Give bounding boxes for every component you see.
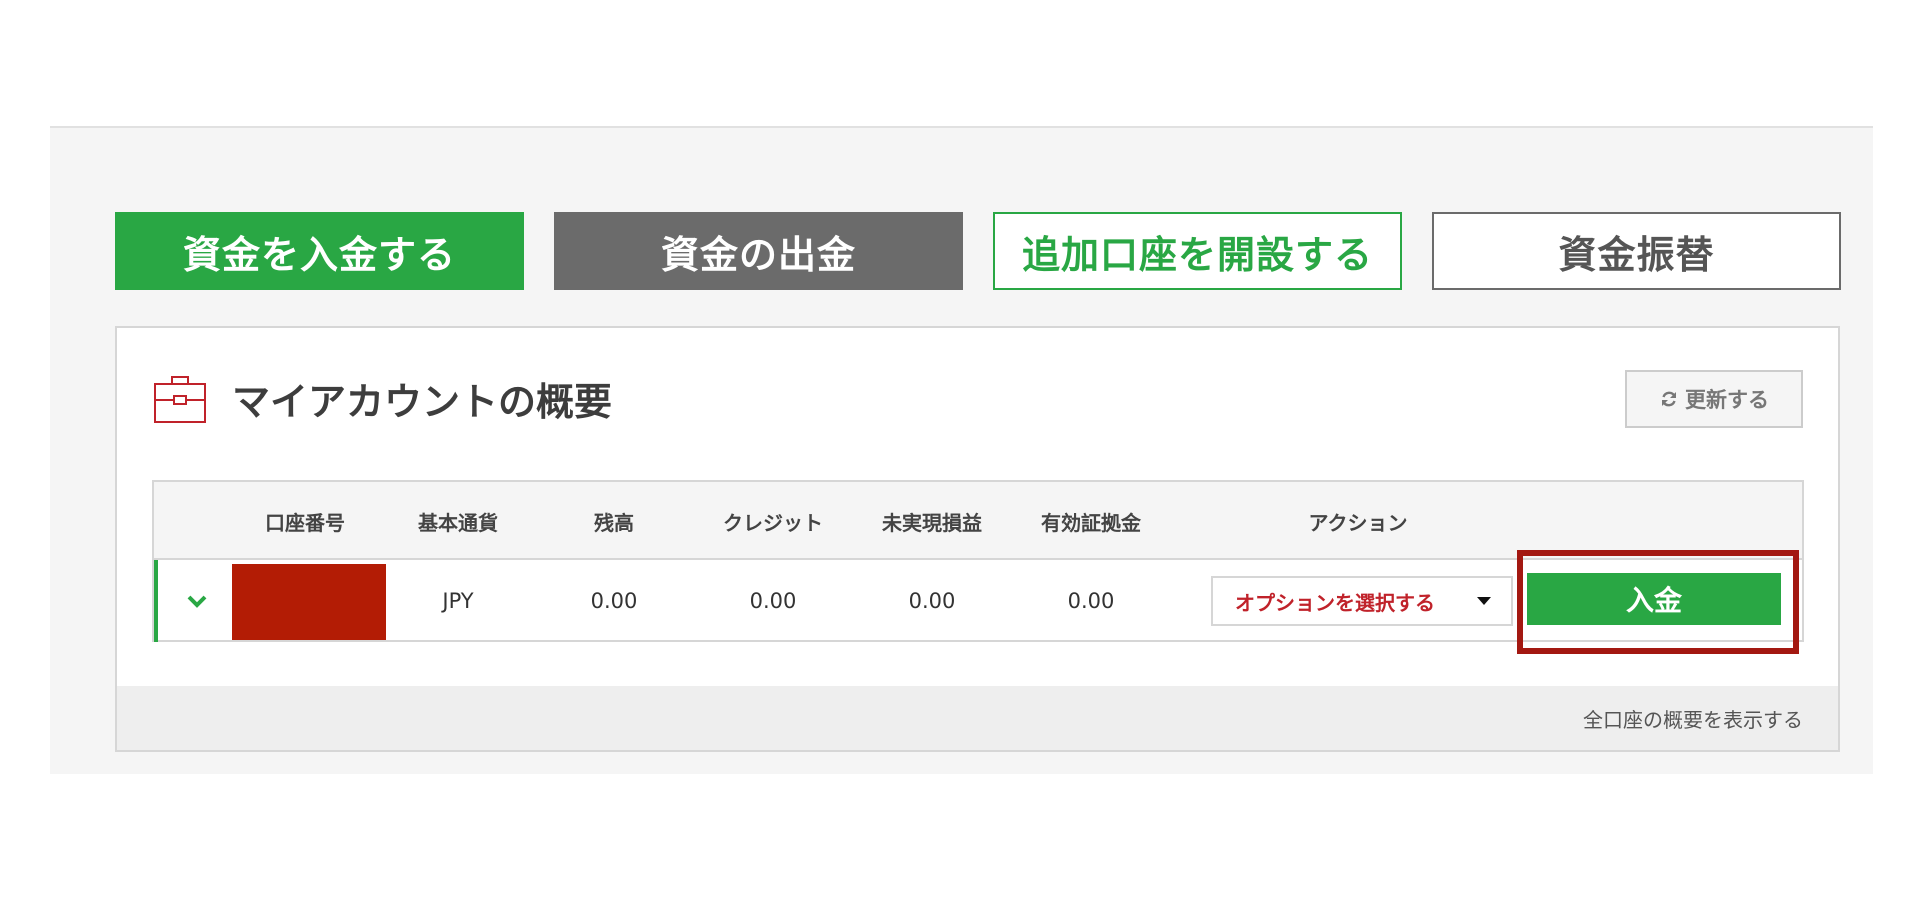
cell-balance: 0.00 (590, 589, 638, 613)
header-equity: 有効証拠金 (1041, 510, 1141, 535)
table-row: JPY 0.00 0.00 0.00 0.00 オプションを選択する 入金 (154, 550, 1802, 654)
panel-title: マイアカウントの概要 (232, 379, 613, 424)
cell-currency: JPY (442, 589, 474, 613)
refresh-button[interactable]: 更新する (1625, 370, 1803, 428)
header-unrealized-pl: 未実現損益 (882, 510, 982, 535)
transfer-funds-button[interactable]: 資金振替 (1432, 212, 1841, 290)
action-select-value: オプションを選択する (1235, 590, 1435, 615)
table-header: 口座番号 基本通貨 残高 クレジット 未実現損益 有効証拠金 アクション (154, 482, 1802, 560)
header-account-number: 口座番号 (265, 510, 345, 535)
briefcase-icon (154, 376, 206, 423)
expand-row-button[interactable] (182, 586, 212, 616)
header-action: アクション (1308, 510, 1408, 535)
header-balance: 残高 (594, 510, 634, 535)
action-button-row: 資金を入金する 資金の出金 追加口座を開設する 資金振替 (115, 212, 1841, 290)
cell-equity: 0.00 (1067, 589, 1115, 613)
header-credit: クレジット (723, 510, 823, 535)
refresh-icon (1662, 391, 1676, 407)
chevron-down-icon (187, 595, 207, 608)
accounts-table: 口座番号 基本通貨 残高 クレジット 未実現損益 有効証拠金 アクション JPY… (152, 480, 1804, 654)
account-number-redacted (232, 564, 386, 640)
open-additional-account-button[interactable]: 追加口座を開設する (993, 212, 1402, 290)
panel-footer: 全口座の概要を表示する (117, 686, 1838, 750)
view-all-accounts-link[interactable]: 全口座の概要を表示する (1583, 704, 1803, 733)
refresh-label: 更新する (1685, 388, 1769, 412)
main-content-area: 資金を入金する 資金の出金 追加口座を開設する 資金振替 マイアカウントの概要 … (50, 126, 1873, 774)
header-base-currency: 基本通貨 (418, 510, 498, 535)
withdraw-funds-button[interactable]: 資金の出金 (554, 212, 963, 290)
deposit-funds-button[interactable]: 資金を入金する (115, 212, 524, 290)
cell-unrealized-pl: 0.00 (908, 589, 956, 613)
panel-header: マイアカウントの概要 (152, 370, 612, 426)
account-overview-panel: マイアカウントの概要 更新する 口座番号 基本通貨 残高 クレジット 未実現損益… (115, 326, 1840, 752)
caret-down-icon (1477, 597, 1491, 605)
action-select[interactable]: オプションを選択する (1211, 576, 1513, 626)
row-deposit-button[interactable]: 入金 (1527, 573, 1781, 625)
cell-credit: 0.00 (749, 589, 797, 613)
